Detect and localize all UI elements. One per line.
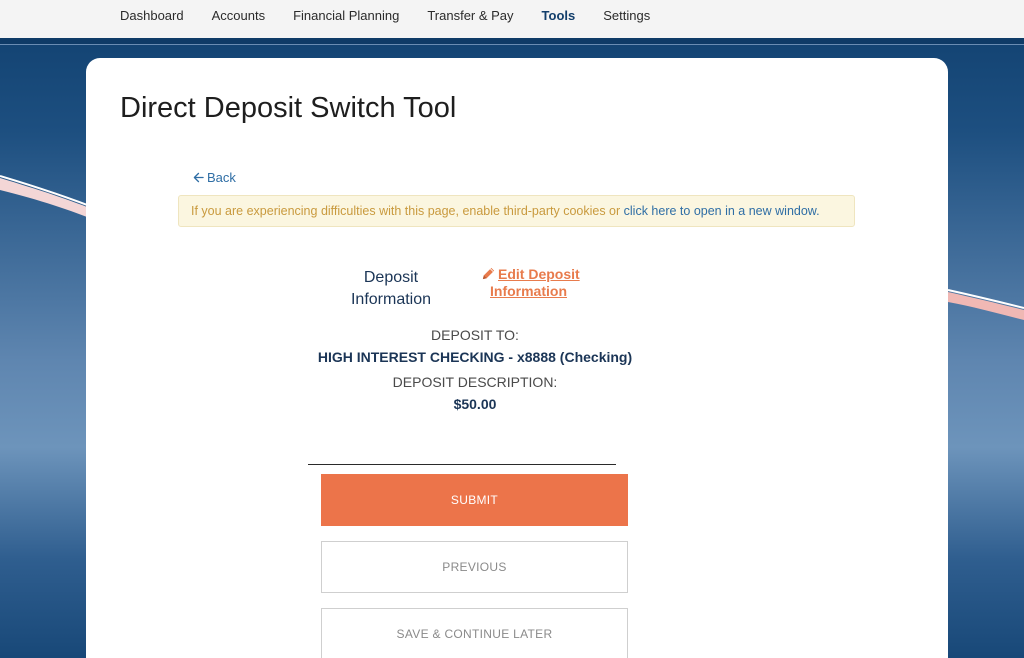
section-divider [308, 464, 616, 465]
cookie-notice: If you are experiencing difficulties wit… [178, 195, 855, 227]
back-link-label: Back [207, 170, 236, 185]
arrow-left-icon [193, 172, 204, 183]
edit-link-line1: Edit Deposit [498, 266, 580, 282]
previous-button[interactable]: PREVIOUS [321, 541, 628, 593]
open-new-window-link[interactable]: click here to open in a new window. [624, 204, 820, 218]
deposit-heading-line1: Deposit [363, 269, 419, 286]
save-continue-later-button[interactable]: SAVE & CONTINUE LATER [321, 608, 628, 658]
page-title: Direct Deposit Switch Tool [120, 92, 457, 124]
pencil-icon [482, 267, 495, 280]
deposit-to-value: HIGH INTEREST CHECKING - x8888 (Checking… [317, 349, 633, 365]
back-link[interactable]: Back [193, 170, 236, 185]
nav-item-transfer-pay[interactable]: Transfer & Pay [427, 8, 513, 23]
top-navigation: Dashboard Accounts Financial Planning Tr… [0, 0, 1024, 39]
deposit-to-label: DEPOSIT TO: [431, 327, 519, 343]
deposit-details: DEPOSIT TO: HIGH INTEREST CHECKING - x88… [275, 327, 675, 413]
deposit-heading-line2: Information [350, 291, 432, 308]
content-card: Direct Deposit Switch Tool Back If you a… [86, 58, 948, 658]
edit-link-line2: Information [490, 283, 567, 299]
deposit-information-heading: Deposit Information [332, 267, 450, 311]
deposit-description-label: DEPOSIT DESCRIPTION: [392, 374, 558, 390]
edit-deposit-information-link[interactable]: Edit Deposit Information [481, 266, 580, 300]
nav-item-settings[interactable]: Settings [603, 8, 650, 23]
deposit-description-value: $50.00 [453, 396, 497, 412]
notice-text: If you are experiencing difficulties wit… [191, 204, 624, 218]
nav-list: Dashboard Accounts Financial Planning Tr… [120, 0, 678, 31]
nav-item-dashboard[interactable]: Dashboard [120, 8, 184, 23]
nav-item-financial-planning[interactable]: Financial Planning [293, 8, 399, 23]
submit-button[interactable]: SUBMIT [321, 474, 628, 526]
nav-item-tools[interactable]: Tools [542, 8, 576, 23]
nav-accent-strip [0, 38, 1024, 45]
nav-item-accounts[interactable]: Accounts [212, 8, 265, 23]
